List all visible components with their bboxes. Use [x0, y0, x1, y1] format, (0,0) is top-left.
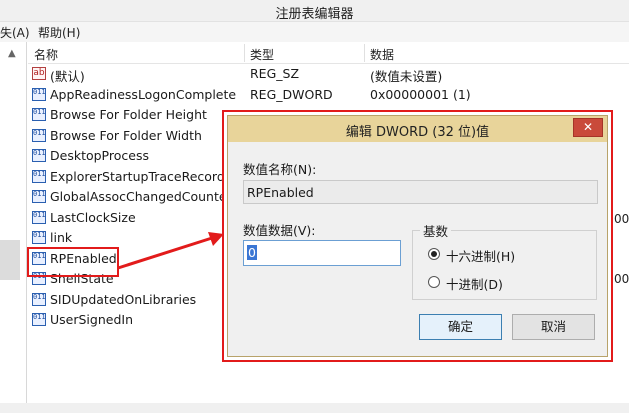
- radio-hex[interactable]: [428, 248, 440, 260]
- value-name-cell: LastClockSize: [50, 209, 136, 225]
- window-title: 注册表编辑器: [275, 7, 354, 22]
- binary-value-icon: 0110: [32, 108, 46, 121]
- radio-hex-label[interactable]: 十六进制(H): [446, 246, 515, 265]
- dialog-frame: 编辑 DWORD (32 位)值 ✕ 数值名称(N): RPEnabled 数值…: [227, 115, 608, 357]
- value-name-cell: AppReadinessLogonComplete: [50, 86, 237, 102]
- cancel-button-label: 取消: [540, 319, 566, 334]
- radio-dec-label[interactable]: 十进制(D): [446, 274, 503, 293]
- binary-value-icon: 0110: [32, 149, 46, 162]
- value-name-cell: UserSignedIn: [50, 312, 133, 327]
- value-data-input[interactable]: 0: [243, 240, 401, 266]
- value-data-label: 数值数据(V):: [243, 223, 316, 238]
- value-name-cell: Browse For Folder Width: [50, 127, 202, 143]
- tree-pane[interactable]: ▲: [0, 42, 27, 413]
- table-row[interactable]: ab (默认) REG_SZ (数值未设置): [28, 64, 629, 84]
- ok-button-label: 确定: [447, 319, 473, 334]
- binary-value-icon: 0110: [32, 210, 46, 224]
- highlight-annotation-box: [27, 247, 119, 277]
- value-name-cell: DesktopProcess: [50, 148, 149, 163]
- dialog-title-bar[interactable]: 编辑 DWORD (32 位)值 ✕: [228, 116, 607, 142]
- binary-value-icon: 0110: [32, 313, 46, 326]
- menu-item-help[interactable]: 帮助(H): [38, 24, 80, 41]
- edit-dword-dialog: 编辑 DWORD (32 位)值 ✕ 数值名称(N): RPEnabled 数值…: [222, 110, 613, 362]
- radio-dec[interactable]: [428, 276, 440, 288]
- value-name-cell: Browse For Folder Height: [50, 107, 207, 122]
- string-value-icon: ab: [32, 67, 46, 80]
- menu-item-favorites[interactable]: 失(A): [0, 24, 30, 41]
- clipped-data-text: 00: [614, 212, 629, 226]
- value-data-cell: (数值未设置): [370, 69, 443, 84]
- value-data-cell: 0x00000001 (1): [370, 86, 471, 102]
- binary-value-icon: 0110: [32, 190, 46, 203]
- binary-value-icon: 0110: [32, 87, 46, 101]
- binary-value-icon: 0110: [32, 128, 46, 142]
- close-icon: ✕: [582, 120, 594, 134]
- clipped-data-text: 00: [614, 272, 629, 286]
- table-row[interactable]: 0110 AppReadinessLogonComplete REG_DWORD 0x…: [28, 85, 629, 105]
- cancel-button[interactable]: 取消: [512, 314, 595, 340]
- binary-value-icon: 0110: [32, 292, 46, 306]
- column-separator[interactable]: [244, 44, 245, 62]
- base-group-label: 基数: [420, 221, 452, 240]
- value-name-text: RPEnabled: [247, 185, 314, 200]
- column-header-name[interactable]: 名称: [34, 46, 58, 63]
- value-type-cell: REG_DWORD: [250, 86, 333, 102]
- value-name-cell: GlobalAssocChangedCounter: [50, 189, 232, 204]
- tree-selected-item[interactable]: [0, 240, 20, 280]
- value-name-cell: SIDUpdatedOnLibraries: [50, 291, 197, 307]
- radio-selected-dot: [431, 251, 437, 257]
- annotation-arrow-icon: [117, 232, 224, 270]
- value-name-cell: link: [50, 230, 73, 245]
- value-name-label: 数值名称(N):: [243, 162, 317, 177]
- column-header-type[interactable]: 类型: [250, 46, 274, 63]
- base-group: [412, 230, 597, 300]
- close-button[interactable]: ✕: [573, 118, 603, 137]
- dialog-body: 数值名称(N): RPEnabled 数值数据(V): 0 基数 十六进制(H)…: [228, 142, 607, 356]
- value-name-field: RPEnabled: [243, 180, 598, 204]
- column-header: 名称 类型 数据: [28, 42, 629, 64]
- value-data-text: 0: [247, 245, 257, 260]
- menu-bar: 失(A) 帮助(H): [0, 22, 629, 42]
- ok-button[interactable]: 确定: [419, 314, 502, 340]
- chevron-up-icon[interactable]: ▲: [8, 48, 16, 59]
- dialog-title: 编辑 DWORD (32 位)值: [345, 125, 490, 140]
- column-header-data[interactable]: 数据: [370, 46, 394, 63]
- binary-value-icon: 0110: [32, 231, 46, 244]
- value-name-cell: (默认): [50, 69, 85, 84]
- value-name-cell: ExplorerStartupTraceRecordec: [50, 168, 240, 184]
- status-bar: [0, 403, 629, 413]
- value-type-cell: REG_SZ: [250, 66, 300, 81]
- title-bar: 注册表编辑器: [0, 0, 629, 22]
- column-separator[interactable]: [364, 44, 365, 62]
- binary-value-icon: 0110: [32, 169, 46, 183]
